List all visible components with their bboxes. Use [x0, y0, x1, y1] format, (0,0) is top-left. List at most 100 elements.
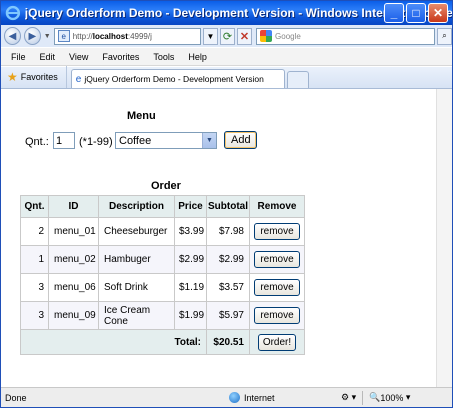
- cell-qnt: 1: [20, 245, 49, 274]
- menu-view[interactable]: View: [69, 52, 88, 62]
- new-tab-button[interactable]: [286, 71, 309, 88]
- cell-price: $2.99: [174, 245, 207, 274]
- cell-description: Cheeseburger: [98, 217, 175, 246]
- cell-qnt: 2: [20, 217, 49, 246]
- forward-button[interactable]: ▶: [23, 27, 41, 45]
- maximize-button[interactable]: □: [406, 3, 426, 23]
- favorites-label: Favorites: [20, 72, 58, 82]
- cell-subtotal: $2.99: [206, 245, 250, 274]
- chevron-down-icon: ▼: [206, 31, 215, 41]
- vertical-scrollbar[interactable]: [436, 89, 452, 387]
- product-selected-value: Coffee: [119, 134, 152, 147]
- cell-remove: remove: [249, 273, 305, 302]
- protected-mode-icon[interactable]: ⚙ ▾: [341, 392, 356, 403]
- cell-id: menu_09: [48, 301, 99, 330]
- chevron-down-icon: ▾: [403, 392, 411, 402]
- cell-id: menu_02: [48, 245, 99, 274]
- globe-icon: [229, 392, 240, 403]
- status-text: Done: [5, 392, 27, 403]
- address-bar[interactable]: e http://localhost:4999/j: [53, 27, 201, 45]
- add-button[interactable]: Add: [224, 131, 257, 149]
- refresh-button[interactable]: ⟳: [219, 27, 236, 45]
- tab-bar: ★ Favorites e jQuery Orderform Demo - De…: [1, 66, 452, 89]
- order-button[interactable]: Order!: [258, 333, 296, 351]
- search-input[interactable]: Google: [256, 27, 435, 45]
- total-row: Total: $20.51 Order!: [20, 329, 305, 355]
- title-bar: jQuery Orderform Demo - Development Vers…: [1, 1, 452, 25]
- product-select[interactable]: Coffee ▼: [115, 132, 217, 149]
- minimize-button[interactable]: _: [384, 3, 404, 23]
- forward-arrow-icon: ▶: [28, 30, 37, 42]
- remove-button[interactable]: remove: [254, 307, 300, 324]
- quantity-hint: (*1-99): [79, 136, 113, 148]
- security-zone: Internet: [229, 392, 341, 403]
- cell-qnt: 3: [20, 273, 49, 302]
- cell-remove: remove: [249, 217, 305, 246]
- browser-window: jQuery Orderform Demo - Development Vers…: [0, 0, 453, 408]
- header-subtotal: Subtotal: [206, 195, 250, 218]
- header-qnt: Qnt.: [20, 195, 49, 218]
- refresh-icon: ⟳: [222, 30, 233, 43]
- menu-tools[interactable]: Tools: [153, 52, 174, 62]
- favorites-button[interactable]: ★ Favorites: [1, 66, 67, 88]
- menu-heading: Menu: [127, 110, 156, 122]
- star-icon: ★: [7, 70, 18, 84]
- google-icon: [260, 30, 273, 42]
- ie-logo-icon: [5, 5, 21, 21]
- table-row: 3 menu_09 Ice Cream Cone $1.99 $5.97 rem…: [20, 301, 305, 330]
- header-id: ID: [48, 195, 99, 218]
- cell-id: menu_06: [48, 273, 99, 302]
- zone-label: Internet: [244, 392, 275, 403]
- quantity-input[interactable]: [53, 132, 75, 149]
- table-header-row: Qnt. ID Description Price Subtotal Remov…: [20, 195, 305, 218]
- zoom-level: 100%: [380, 392, 404, 403]
- address-dropdown-button[interactable]: ▼: [202, 27, 218, 45]
- history-dropdown-icon[interactable]: ▼: [44, 33, 51, 40]
- table-row: 3 menu_06 Soft Drink $1.19 $3.57 remove: [20, 273, 305, 302]
- cell-description: Ice Cream Cone: [98, 301, 175, 330]
- cell-price: $3.99: [174, 217, 207, 246]
- remove-button[interactable]: remove: [254, 223, 300, 240]
- cell-price: $1.99: [174, 301, 207, 330]
- remove-button[interactable]: remove: [254, 279, 300, 296]
- page-icon: e: [57, 30, 70, 42]
- header-description: Description: [98, 195, 175, 218]
- cell-subtotal: $3.57: [206, 273, 250, 302]
- stop-button[interactable]: ✕: [237, 27, 253, 45]
- table-row: 2 menu_01 Cheeseburger $3.99 $7.98 remov…: [20, 217, 305, 246]
- tab-active[interactable]: e jQuery Orderform Demo - Development Ve…: [70, 69, 285, 88]
- back-button[interactable]: ◀: [4, 27, 21, 45]
- menu-file[interactable]: File: [11, 52, 26, 62]
- order-cell: Order!: [249, 329, 305, 355]
- cell-subtotal: $5.97: [206, 301, 250, 330]
- menu-help[interactable]: Help: [188, 52, 207, 62]
- zoom-control[interactable]: 🔍 100% ▾: [369, 392, 410, 403]
- quantity-label: Qnt.:: [25, 136, 49, 148]
- menu-bar: File Edit View Favorites Tools Help: [1, 48, 452, 66]
- menu-favorites[interactable]: Favorites: [102, 52, 139, 62]
- status-bar: Done Internet ⚙ ▾ 🔍 100% ▾: [1, 387, 452, 407]
- menu-edit[interactable]: Edit: [40, 52, 56, 62]
- order-table: Qnt. ID Description Price Subtotal Remov…: [20, 195, 305, 355]
- close-button[interactable]: ✕: [428, 3, 448, 23]
- remove-button[interactable]: remove: [254, 251, 300, 268]
- cell-description: Soft Drink: [98, 273, 175, 302]
- cell-id: menu_01: [48, 217, 99, 246]
- header-remove: Remove: [249, 195, 305, 218]
- cell-qnt: 3: [20, 301, 49, 330]
- search-placeholder: Google: [275, 31, 301, 41]
- tab-title: jQuery Orderform Demo - Development Vers…: [84, 74, 264, 84]
- stop-icon: ✕: [239, 30, 250, 43]
- header-price: Price: [174, 195, 207, 218]
- cell-remove: remove: [249, 301, 305, 330]
- navigation-bar: ◀ ▶ ▼ e http://localhost:4999/j ▼ ⟳ ✕ Go…: [1, 25, 452, 47]
- search-button[interactable]: ⌕: [436, 27, 452, 45]
- chevron-down-icon: ▼: [202, 133, 216, 148]
- ie-page-icon: e: [75, 73, 82, 85]
- page-content: Menu Qnt.: (*1-99) Coffee ▼ Add Order Qn…: [1, 89, 436, 387]
- magnifier-icon: 🔍: [369, 392, 381, 402]
- total-value: $20.51: [206, 329, 250, 355]
- cell-remove: remove: [249, 245, 305, 274]
- cell-price: $1.19: [174, 273, 207, 302]
- back-arrow-icon: ◀: [8, 30, 17, 42]
